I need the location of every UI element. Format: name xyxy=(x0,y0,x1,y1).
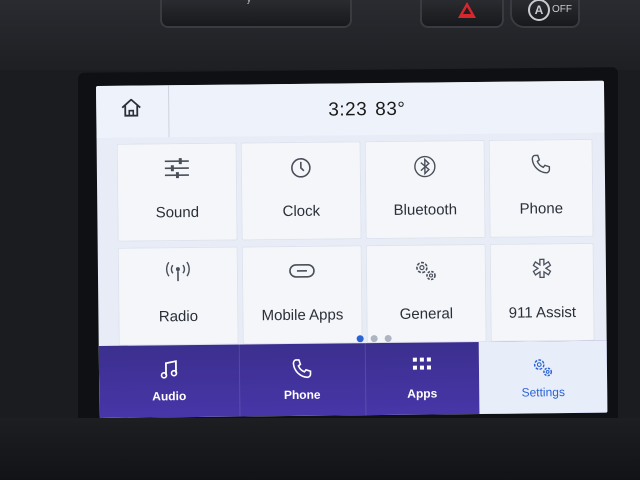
tile-bluetooth[interactable]: Bluetooth xyxy=(364,139,486,240)
tile-sound[interactable]: Sound xyxy=(116,142,238,242)
hardware-button-glyph: ʸ xyxy=(247,0,251,8)
hazard-button[interactable] xyxy=(420,0,504,28)
apps-grid-icon xyxy=(412,357,431,370)
page-dot-active[interactable] xyxy=(356,335,364,343)
tile-label: 911 Assist xyxy=(508,303,577,322)
home-button[interactable] xyxy=(96,85,170,138)
home-icon xyxy=(121,98,141,117)
nav-audio[interactable]: Audio xyxy=(98,344,241,418)
dashboard-top-panel: ʸ A OFF xyxy=(0,0,640,70)
clock-time: 3:23 xyxy=(328,99,368,121)
tile-phone[interactable]: Phone xyxy=(488,138,594,238)
phone-icon xyxy=(292,359,312,379)
gears-icon xyxy=(533,359,553,377)
outside-temperature: 83° xyxy=(375,98,406,121)
auto-stop-off-label: OFF xyxy=(552,4,572,15)
radio-antenna-icon xyxy=(165,261,190,282)
tile-label: Clock xyxy=(282,202,321,221)
page-dot[interactable] xyxy=(370,335,378,343)
nav-label: Phone xyxy=(283,387,321,403)
hazard-triangle-icon xyxy=(458,2,476,18)
nav-label: Audio xyxy=(152,389,187,404)
dashboard-bottom-panel xyxy=(0,418,640,480)
settings-grid: Sound Clock Bluetooth Phone Radio Mobile… xyxy=(116,138,595,346)
infotainment-screen: 3:23 83° Sound Clock Bluetooth Phone Rad… xyxy=(96,80,608,418)
gears-icon xyxy=(416,261,436,281)
tile-911-assist[interactable]: 911 Assist xyxy=(489,242,595,342)
tile-label: Phone xyxy=(519,200,564,218)
tile-mobile-apps[interactable]: Mobile Apps xyxy=(241,245,363,345)
tile-clock[interactable]: Clock xyxy=(240,141,362,241)
tile-label: Radio xyxy=(158,307,199,326)
bottom-nav-bar: Audio Phone Apps Settings xyxy=(98,340,608,418)
status-bar: 3:23 83° xyxy=(96,80,605,138)
status-readout: 3:23 83° xyxy=(328,99,413,122)
emergency-icon xyxy=(532,258,552,279)
tile-label: Sound xyxy=(155,203,200,222)
nav-phone[interactable]: Phone xyxy=(238,343,367,417)
bluetooth-icon xyxy=(414,155,436,178)
nav-settings[interactable]: Settings xyxy=(478,340,608,415)
auto-stop-icon: A xyxy=(528,0,550,21)
auto-stop-off-button[interactable]: A OFF xyxy=(510,0,580,28)
nav-label: Apps xyxy=(407,386,438,401)
link-icon xyxy=(289,263,315,278)
tile-label: General xyxy=(399,305,454,323)
clock-icon xyxy=(291,158,311,178)
nav-apps[interactable]: Apps xyxy=(364,341,481,416)
page-dot[interactable] xyxy=(384,334,392,342)
tile-label: Mobile Apps xyxy=(261,306,344,325)
sliders-icon xyxy=(164,158,189,179)
hardware-button-left[interactable]: ʸ xyxy=(160,0,352,28)
nav-label: Settings xyxy=(521,385,565,400)
phone-icon xyxy=(531,154,551,174)
tile-label: Bluetooth xyxy=(393,201,458,219)
tile-radio[interactable]: Radio xyxy=(117,246,239,346)
music-note-icon xyxy=(160,360,178,379)
